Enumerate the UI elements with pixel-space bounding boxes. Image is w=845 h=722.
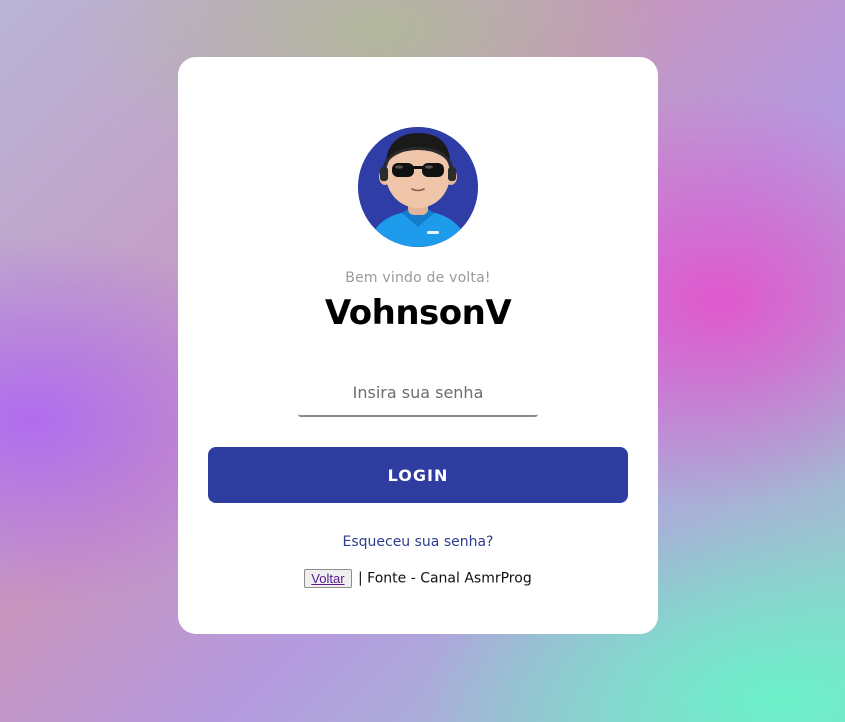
login-button[interactable]: LOGIN <box>208 447 628 503</box>
source-credit-text: | Fonte - Canal AsmrProg <box>357 570 532 587</box>
forgot-password-link[interactable]: Esqueceu sua senha? <box>178 534 658 550</box>
password-field-wrapper <box>298 369 538 417</box>
login-card: Bem vindo de volta! VohnsonV LOGIN Esque… <box>178 57 658 634</box>
avatar-character-icon <box>358 127 478 247</box>
username-heading: VohnsonV <box>324 293 512 333</box>
welcome-text: Bem vindo de volta! <box>345 270 491 286</box>
password-input[interactable] <box>298 369 538 417</box>
footer-line: Voltar | Fonte - Canal AsmrProg <box>178 569 658 588</box>
back-button[interactable]: Voltar <box>304 569 352 588</box>
user-avatar <box>358 127 478 247</box>
